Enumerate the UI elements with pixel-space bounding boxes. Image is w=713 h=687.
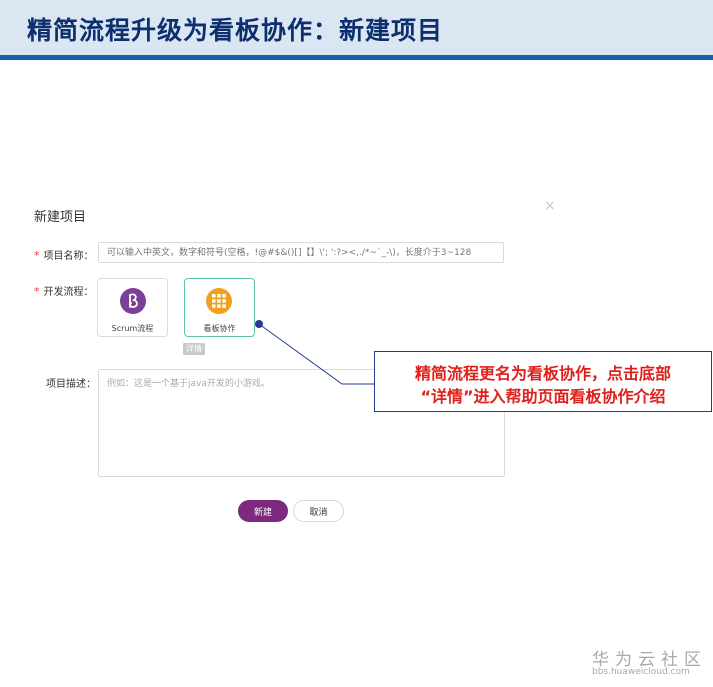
callout-box: 精简流程更名为看板协作，点击底部 “详情”进入帮助页面看板协作介绍 <box>374 351 712 412</box>
callout-text-line2: “详情”进入帮助页面看板协作介绍 <box>420 387 666 406</box>
footer-url: bbs.huaweicloud.com <box>592 667 690 677</box>
callout-connector <box>255 320 375 385</box>
callout-text-line1: 精简流程更名为看板协作，点击底部 <box>414 364 671 383</box>
